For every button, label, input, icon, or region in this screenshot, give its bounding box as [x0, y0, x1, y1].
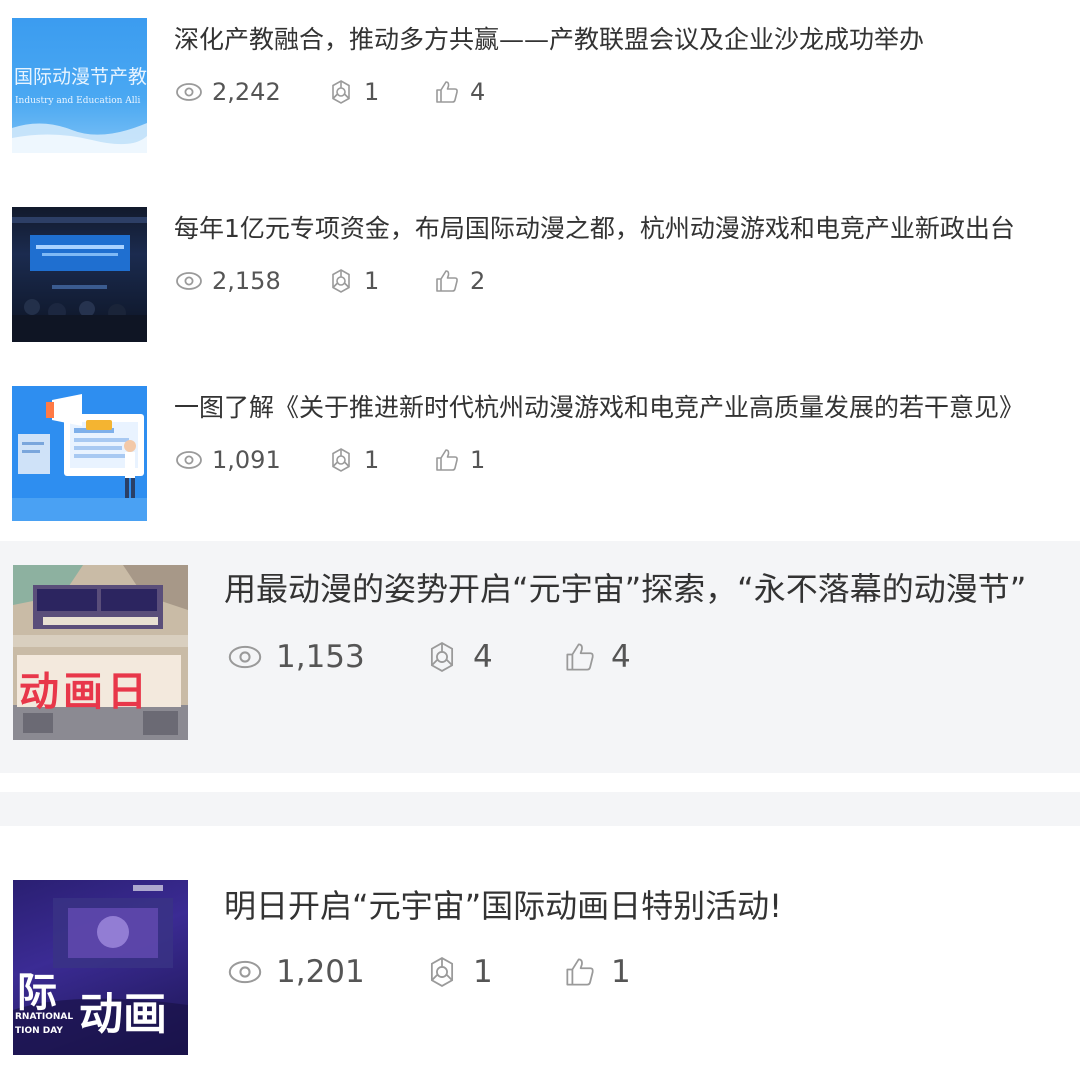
article-stats: 1,201 1 1: [226, 950, 631, 994]
article-thumbnail[interactable]: 国际动漫节产教 Industry and Education Alli: [12, 18, 147, 153]
article-thumbnail[interactable]: 际 动画 RNATIONAL TION DAY: [13, 880, 188, 1055]
article-title[interactable]: 一图了解《关于推进新时代杭州动漫游戏和电竞产业高质量发展的若干意见》: [174, 390, 1080, 426]
share-count[interactable]: 1: [326, 77, 432, 107]
eye-icon: [176, 451, 202, 469]
thumbnail-caption: TION DAY: [15, 1026, 63, 1036]
article-thumbnail[interactable]: [12, 386, 147, 521]
like-count-value: 4: [611, 639, 631, 675]
share-count-value: 4: [473, 639, 493, 675]
like-count-value: 4: [470, 78, 486, 106]
share-count-value: 1: [364, 78, 380, 106]
article-stats: 1,153 4 4: [226, 635, 631, 679]
view-count-value: 1,091: [212, 446, 281, 474]
thumbnail-caption: 动画: [79, 989, 167, 1040]
view-count: 1,091: [174, 445, 326, 475]
view-count: 1,153: [226, 638, 423, 676]
article-thumbnail[interactable]: 动画日: [13, 565, 188, 740]
view-count: 1,201: [226, 953, 423, 991]
share-count-value: 1: [364, 267, 380, 295]
article-title[interactable]: 用最动漫的姿势开启“元宇宙”探索，“永不落幕的动漫节”: [224, 567, 1080, 611]
article-stats: 2,158 1 2: [174, 263, 485, 299]
share-count[interactable]: 4: [423, 638, 561, 676]
eye-icon: [176, 272, 202, 290]
view-count-value: 1,201: [276, 954, 365, 990]
share-icon[interactable]: [423, 638, 461, 676]
thumbs-up-icon[interactable]: [432, 445, 462, 475]
share-count[interactable]: 1: [326, 445, 432, 475]
article-title[interactable]: 每年1亿元专项资金，布局国际动漫之都，杭州动漫游戏和电竞产业新政出台: [174, 211, 1080, 247]
article-list: 国际动漫节产教 Industry and Education Alli 深化产教…: [0, 0, 1080, 1080]
article-item[interactable]: 际 动画 RNATIONAL TION DAY 明日开启“元宇宙”国际动画日特别…: [0, 880, 1080, 1060]
article-item[interactable]: 每年1亿元专项资金，布局国际动漫之都，杭州动漫游戏和电竞产业新政出台 2,158…: [0, 207, 1080, 347]
eye-icon: [228, 960, 262, 984]
view-count: 2,242: [174, 77, 326, 107]
like-count-value: 1: [611, 954, 631, 990]
thumbnail-caption: Industry and Education Alli: [15, 96, 141, 106]
thumbs-up-icon[interactable]: [432, 266, 462, 296]
article-item[interactable]: 一图了解《关于推进新时代杭州动漫游戏和电竞产业高质量发展的若干意见》 1,091…: [0, 386, 1080, 526]
thumbs-up-icon[interactable]: [561, 638, 599, 676]
share-icon[interactable]: [326, 77, 356, 107]
share-icon[interactable]: [326, 445, 356, 475]
share-count[interactable]: 1: [326, 266, 432, 296]
like-count-value: 1: [470, 446, 486, 474]
eye-icon: [228, 645, 262, 669]
article-stats: 2,242 1 4: [174, 74, 485, 110]
view-count-value: 2,158: [212, 267, 281, 295]
article-item[interactable]: 国际动漫节产教 Industry and Education Alli 深化产教…: [0, 18, 1080, 158]
view-count-value: 2,242: [212, 78, 281, 106]
thumbs-up-icon[interactable]: [561, 953, 599, 991]
article-stats: 1,091 1 1: [174, 442, 485, 478]
share-icon[interactable]: [423, 953, 461, 991]
eye-icon: [176, 83, 202, 101]
view-count-value: 1,153: [276, 639, 365, 675]
share-count-value: 1: [473, 954, 493, 990]
article-title[interactable]: 明日开启“元宇宙”国际动画日特别活动!: [224, 884, 1080, 928]
like-count-value: 2: [470, 267, 486, 295]
thumbnail-caption: RNATIONAL: [15, 1012, 74, 1022]
like-count[interactable]: 1: [561, 953, 631, 991]
thumbs-up-icon[interactable]: [432, 77, 462, 107]
like-count[interactable]: 1: [432, 445, 485, 475]
share-count-value: 1: [364, 446, 380, 474]
article-thumbnail[interactable]: [12, 207, 147, 342]
thumbnail-caption: 国际动漫节产教: [14, 66, 147, 88]
like-count[interactable]: 4: [561, 638, 631, 676]
article-item[interactable]: 动画日 用最动漫的姿势开启“元宇宙”探索，“永不落幕的动漫节” 1,153 4 …: [0, 565, 1080, 745]
like-count[interactable]: 2: [432, 266, 485, 296]
article-title[interactable]: 深化产教融合，推动多方共赢——产教联盟会议及企业沙龙成功举办: [174, 22, 1080, 58]
share-count[interactable]: 1: [423, 953, 561, 991]
thumbnail-caption: 动画日: [19, 669, 151, 715]
like-count[interactable]: 4: [432, 77, 485, 107]
section-divider: [0, 792, 1080, 826]
thumbnail-caption: 际: [17, 969, 57, 1016]
share-icon[interactable]: [326, 266, 356, 296]
view-count: 2,158: [174, 266, 326, 296]
